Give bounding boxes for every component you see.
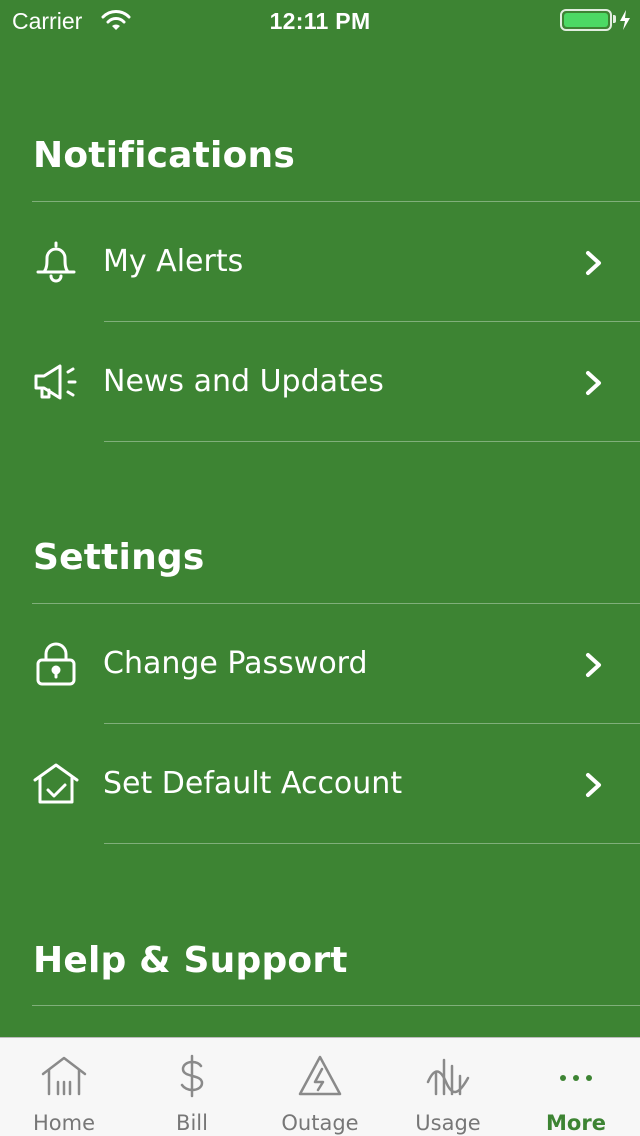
tab-bar: Home Bill Outage Usage More	[0, 1037, 640, 1136]
status-bar: Carrier 12:11 PM	[0, 0, 640, 40]
divider	[104, 843, 640, 844]
tab-label: Outage	[281, 1111, 359, 1135]
tab-label: Usage	[415, 1111, 481, 1135]
list-item-change-password[interactable]: Change Password	[0, 604, 640, 724]
section-title-notifications: Notifications	[33, 135, 295, 176]
list-item-set-default-account[interactable]: Set Default Account	[0, 724, 640, 844]
list-item-label: My Alerts	[103, 244, 244, 279]
tab-label: Home	[32, 1111, 95, 1135]
divider	[32, 1005, 640, 1006]
battery-tip	[613, 15, 616, 23]
more-icon	[560, 1075, 592, 1081]
home-icon	[41, 1056, 87, 1096]
tab-home[interactable]: Home	[0, 1038, 128, 1136]
battery-icon	[560, 9, 612, 31]
chevron-right-icon	[586, 773, 601, 797]
divider	[104, 441, 640, 442]
tab-more[interactable]: More	[512, 1038, 640, 1136]
list-item-my-alerts[interactable]: My Alerts	[0, 202, 640, 322]
list-item-news-and-updates[interactable]: News and Updates	[0, 322, 640, 442]
status-time: 12:11 PM	[269, 8, 371, 34]
chevron-right-icon	[586, 653, 601, 677]
bell-icon	[36, 241, 76, 283]
tab-label: More	[546, 1111, 606, 1135]
house-check-icon	[33, 763, 79, 804]
tab-label: Bill	[176, 1111, 208, 1135]
usage-icon	[426, 1058, 470, 1096]
list-item-label: News and Updates	[103, 364, 384, 399]
megaphone-icon	[34, 364, 77, 400]
section-title-settings: Settings	[33, 537, 205, 578]
list-item-label: Change Password	[103, 646, 368, 681]
list-item-label: Set Default Account	[103, 766, 403, 801]
chevron-right-icon	[586, 251, 601, 275]
tab-outage[interactable]: Outage	[256, 1038, 384, 1136]
lock-icon	[36, 642, 76, 686]
tab-bill[interactable]: Bill	[128, 1038, 256, 1136]
tab-usage[interactable]: Usage	[384, 1038, 512, 1136]
chevron-right-icon	[586, 371, 601, 395]
dollar-icon	[180, 1054, 204, 1098]
section-title-help-support: Help & Support	[33, 940, 348, 981]
outage-icon	[298, 1055, 342, 1096]
charging-icon	[620, 10, 630, 30]
